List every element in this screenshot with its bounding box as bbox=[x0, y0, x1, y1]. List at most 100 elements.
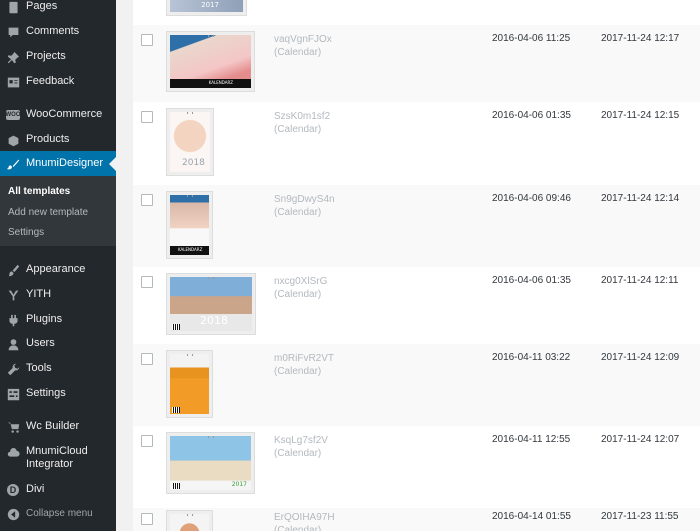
template-thumbnail[interactable]: 2018 bbox=[166, 108, 214, 176]
menu-plugins[interactable]: Plugins bbox=[0, 313, 116, 327]
template-type: (Calendar) bbox=[274, 47, 322, 58]
collapse-menu-button[interactable]: Collapse menu bbox=[0, 507, 116, 521]
row-checkbox[interactable] bbox=[141, 194, 153, 206]
menu-label: Tools bbox=[26, 362, 52, 374]
woo-badge: WOO bbox=[6, 110, 21, 120]
created-date: 2016-04-14 01:55 bbox=[492, 511, 571, 522]
menu-yith[interactable]: YITH bbox=[0, 288, 116, 302]
template-thumbnail[interactable]: 2017 bbox=[166, 432, 255, 494]
table-row: 2018 SzsK0m1sf2 (Calendar) 2016-04-06 01… bbox=[133, 102, 700, 185]
menu-label: Pages bbox=[26, 0, 58, 12]
row-checkbox[interactable] bbox=[141, 276, 153, 288]
template-name[interactable]: KsqLg7sf2V (Calendar) bbox=[274, 434, 328, 460]
submenu-all-templates[interactable]: All templates bbox=[8, 186, 70, 197]
designer-icon bbox=[6, 157, 20, 171]
calendar-ring bbox=[186, 354, 193, 356]
menu-label: YITH bbox=[26, 288, 52, 300]
wrench-icon bbox=[6, 362, 20, 376]
template-name-link[interactable]: KsqLg7sf2V bbox=[274, 434, 328, 447]
menu-mnumidesigner[interactable]: MnumiDesigner bbox=[0, 151, 116, 176]
menu-projects[interactable]: Projects bbox=[0, 50, 116, 64]
thumb-caption: KALENDARZ bbox=[178, 247, 203, 252]
template-thumbnail[interactable] bbox=[166, 510, 213, 531]
menu-users[interactable]: Users bbox=[0, 337, 116, 351]
table-row: m0RiFvR2VT (Calendar) 2016-04-11 03:22 2… bbox=[133, 344, 700, 426]
menu-settings[interactable]: Settings bbox=[0, 387, 116, 401]
template-name-link[interactable]: ErQOIHA97H bbox=[274, 511, 335, 524]
modified-date: 2017-11-24 12:14 bbox=[601, 193, 680, 204]
calendar-ring bbox=[187, 112, 193, 114]
created-date: 2016-04-06 01:35 bbox=[492, 275, 571, 286]
menu-label: Projects bbox=[26, 50, 66, 62]
menu-feedback[interactable]: Feedback bbox=[0, 75, 116, 89]
menu-woocommerce[interactable]: WOO WooCommerce bbox=[0, 108, 116, 122]
row-checkbox[interactable] bbox=[141, 34, 153, 46]
template-name-link[interactable]: Sn9gDwyS4n bbox=[274, 193, 335, 206]
menu-label: MnumiCloud Integrator bbox=[26, 445, 88, 470]
menu-appearance[interactable]: Appearance bbox=[0, 263, 116, 277]
menu-label: Feedback bbox=[26, 75, 75, 87]
pages-icon bbox=[6, 0, 20, 14]
thumb-year: 2017 bbox=[201, 1, 219, 9]
calendar-ring bbox=[207, 35, 214, 37]
template-thumbnail[interactable]: KALENDARZ bbox=[166, 31, 255, 92]
menu-comments[interactable]: Comments bbox=[0, 25, 116, 39]
template-name-link[interactable]: SzsK0m1sf2 bbox=[274, 110, 330, 123]
template-thumbnail[interactable]: 2018 bbox=[166, 273, 256, 335]
settings-icon bbox=[6, 387, 20, 401]
yith-icon bbox=[6, 288, 20, 302]
menu-tools[interactable]: Tools bbox=[0, 362, 116, 376]
menu-label: Users bbox=[26, 337, 55, 349]
users-icon bbox=[6, 337, 20, 351]
menu-pages[interactable]: Pages bbox=[0, 0, 116, 14]
row-checkbox[interactable] bbox=[141, 513, 153, 525]
template-name[interactable]: ErQOIHA97H (Calendar) bbox=[274, 511, 335, 531]
menu-mnumicloud-integrator[interactable]: MnumiCloud Integrator bbox=[0, 445, 116, 473]
row-checkbox[interactable] bbox=[141, 353, 153, 365]
divi-icon: D bbox=[6, 483, 20, 497]
templates-table: 2017 KALENDARZ vaqVgnFJOx (Calendar) 201… bbox=[133, 0, 700, 531]
template-name[interactable]: nxcg0XlSrG (Calendar) bbox=[274, 275, 327, 301]
menu-label: Appearance bbox=[26, 263, 86, 275]
table-row: ErQOIHA97H (Calendar) 2016-04-14 01:55 2… bbox=[133, 508, 700, 531]
row-checkbox[interactable] bbox=[141, 435, 153, 447]
menu-label: Comments bbox=[26, 25, 80, 37]
table-row: 2017 bbox=[133, 0, 700, 25]
template-thumbnail[interactable]: KALENDARZ bbox=[166, 191, 213, 259]
collapse-icon bbox=[6, 507, 20, 521]
submenu-settings[interactable]: Settings bbox=[8, 227, 44, 238]
template-name[interactable]: vaqVgnFJOx (Calendar) bbox=[274, 33, 332, 59]
template-type: (Calendar) bbox=[274, 289, 322, 300]
plugin-icon bbox=[6, 313, 20, 327]
template-name[interactable]: Sn9gDwyS4n (Calendar) bbox=[274, 193, 335, 219]
menu-wc-builder[interactable]: Wc Builder bbox=[0, 420, 116, 434]
mnumidesigner-submenu: All templates Add new template Settings bbox=[0, 176, 116, 246]
cart-icon bbox=[6, 420, 20, 434]
calendar-ring bbox=[207, 436, 214, 438]
template-thumbnail[interactable] bbox=[166, 350, 213, 418]
template-name-link[interactable]: nxcg0XlSrG bbox=[274, 275, 327, 288]
template-thumbnail[interactable]: 2017 bbox=[166, 0, 247, 16]
thumb-caption: KALENDARZ bbox=[208, 80, 233, 85]
template-name-link[interactable]: m0RiFvR2VT bbox=[274, 352, 334, 365]
template-name-link[interactable]: vaqVgnFJOx bbox=[274, 33, 332, 46]
cloud-icon bbox=[6, 445, 20, 459]
current-indicator bbox=[109, 156, 116, 171]
template-name[interactable]: m0RiFvR2VT (Calendar) bbox=[274, 352, 334, 378]
submenu-add-new-template[interactable]: Add new template bbox=[8, 207, 88, 218]
menu-label: Settings bbox=[26, 387, 66, 399]
menu-divi[interactable]: D Divi bbox=[0, 483, 116, 497]
menu-label: WooCommerce bbox=[26, 108, 103, 120]
menu-label: MnumiDesigner bbox=[26, 157, 104, 169]
template-type: (Calendar) bbox=[274, 207, 322, 218]
barcode bbox=[172, 483, 180, 489]
products-icon bbox=[6, 133, 20, 147]
modified-date: 2017-11-24 12:17 bbox=[601, 33, 680, 44]
menu-label: Divi bbox=[26, 483, 45, 495]
woocommerce-icon: WOO bbox=[6, 108, 21, 122]
menu-products[interactable]: Products bbox=[0, 133, 116, 147]
template-name[interactable]: SzsK0m1sf2 (Calendar) bbox=[274, 110, 330, 136]
admin-sidebar: Pages Comments Projects Feedback WOO Woo… bbox=[0, 0, 116, 531]
menu-label: Plugins bbox=[26, 313, 63, 325]
row-checkbox[interactable] bbox=[141, 111, 153, 123]
